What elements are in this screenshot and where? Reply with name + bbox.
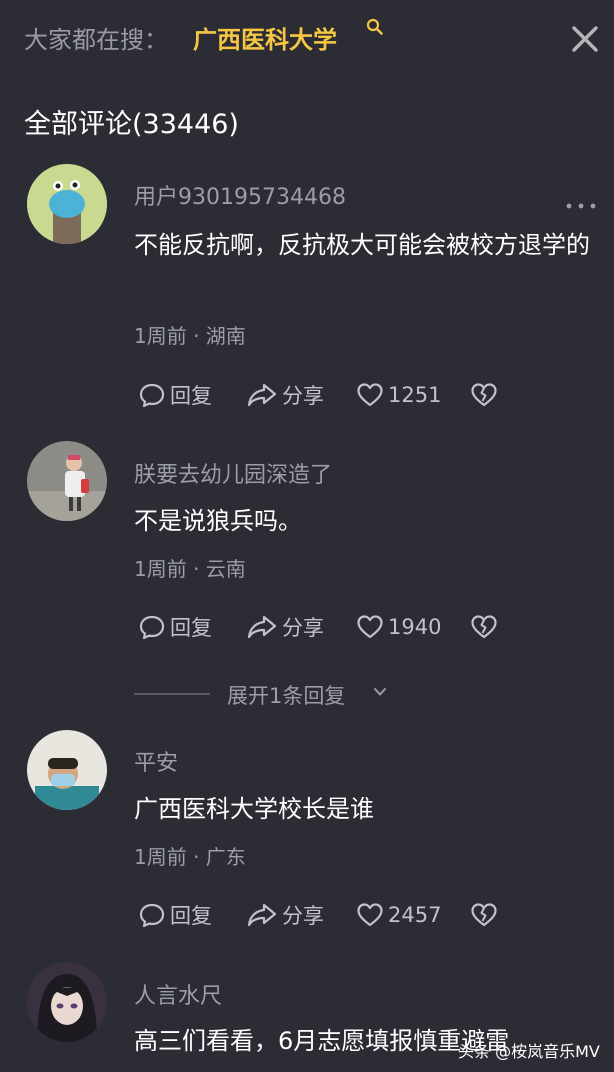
reply-icon	[139, 383, 165, 408]
search-prefix-label: 大家都在搜：	[24, 26, 168, 54]
expand-replies-button[interactable]: 展开1条回复	[134, 678, 434, 710]
avatar[interactable]	[27, 164, 107, 244]
reply-button[interactable]: 回复	[138, 379, 212, 411]
expand-divider	[134, 693, 210, 695]
avatar[interactable]	[27, 441, 107, 521]
share-button[interactable]: 分享	[246, 611, 324, 643]
like-count: 1251	[388, 383, 442, 407]
comment-actions: 回复 分享 1940	[138, 611, 538, 643]
reply-button[interactable]: 回复	[138, 611, 212, 643]
trending-search-link[interactable]: 广西医科大学	[193, 20, 337, 55]
like-button[interactable]: 2457	[356, 899, 441, 931]
dislike-broken-heart-icon[interactable]	[470, 379, 498, 411]
like-count: 2457	[388, 903, 442, 927]
reply-button[interactable]: 回复	[138, 899, 212, 931]
reply-label: 回复	[170, 384, 212, 408]
comment-username[interactable]: 朕要去幼儿园深造了	[134, 457, 332, 489]
comment-actions: 回复 分享 2457	[138, 899, 538, 931]
share-icon	[247, 615, 277, 639]
comment-text: 广西医科大学校长是谁	[134, 795, 374, 823]
close-icon[interactable]	[566, 20, 604, 58]
share-button[interactable]: 分享	[246, 379, 324, 411]
search-icon[interactable]	[366, 18, 384, 36]
share-label: 分享	[282, 616, 324, 640]
share-icon	[247, 903, 277, 927]
comment-meta: 1周前 · 湖南	[134, 324, 246, 348]
comment-actions: 回复 分享 1251	[138, 379, 538, 411]
comment-meta: 1周前 · 云南	[134, 557, 246, 581]
reply-label: 回复	[170, 616, 212, 640]
dislike-broken-heart-icon[interactable]	[470, 611, 498, 643]
top-bar: 大家都在搜： 广西医科大学	[0, 0, 614, 76]
comment-username[interactable]: 平安	[134, 745, 178, 777]
share-label: 分享	[282, 384, 324, 408]
comment-text: 不能反抗啊，反抗极大可能会被校方退学的	[134, 231, 590, 259]
watermark: 头条 @桉岚音乐MV	[458, 1042, 600, 1061]
expand-replies-label: 展开1条回复	[227, 684, 346, 708]
avatar[interactable]	[27, 962, 107, 1042]
heart-icon	[357, 615, 383, 639]
chevron-down-icon	[374, 688, 386, 696]
dislike-broken-heart-icon[interactable]	[470, 899, 498, 931]
heart-icon	[357, 903, 383, 927]
like-button[interactable]: 1251	[356, 379, 441, 411]
reply-icon	[139, 903, 165, 928]
comment-username[interactable]: 人言水尺	[134, 978, 222, 1010]
comment-text: 不是说狼兵吗。	[134, 507, 302, 535]
more-options-icon[interactable]	[560, 196, 602, 216]
comment-username[interactable]: 用户930195734468	[134, 179, 346, 211]
like-button[interactable]: 1940	[356, 611, 441, 643]
share-icon	[247, 383, 277, 407]
share-button[interactable]: 分享	[246, 899, 324, 931]
heart-icon	[357, 383, 383, 407]
like-count: 1940	[388, 615, 442, 639]
comments-header: 全部评论(33446)	[24, 109, 239, 140]
share-label: 分享	[282, 904, 324, 928]
reply-label: 回复	[170, 904, 212, 928]
avatar[interactable]	[27, 730, 107, 810]
reply-icon	[139, 615, 165, 640]
comment-meta: 1周前 · 广东	[134, 845, 246, 869]
